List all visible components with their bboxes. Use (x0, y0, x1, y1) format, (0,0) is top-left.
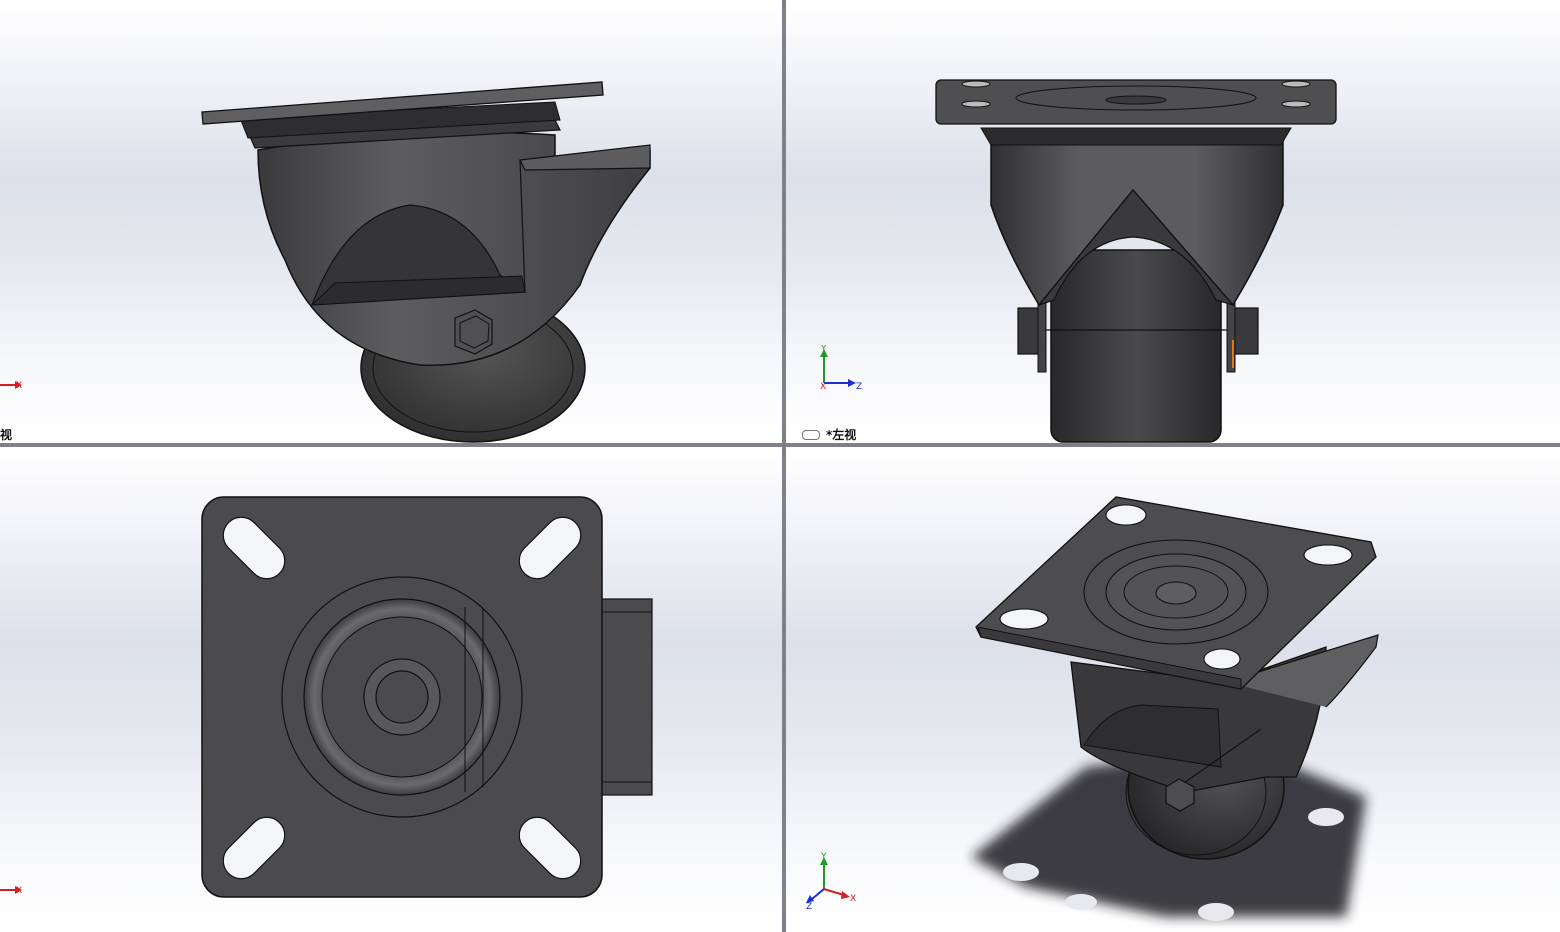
view-label-text: *左视 (826, 428, 857, 442)
axis-x-label: X (850, 894, 856, 904)
caster-left-view (935, 79, 1337, 443)
viewport-front[interactable]: X 视 (0, 0, 782, 443)
viewport-left[interactable]: Y X Z *左视 (786, 0, 1560, 443)
axis-z-label: Z (806, 902, 812, 911)
caster-front-view (201, 81, 651, 443)
vertical-splitter[interactable] (782, 0, 786, 932)
axis-x-label: X (16, 381, 22, 391)
axis-z-label: Z (856, 382, 862, 392)
viewport-isometric[interactable]: Y X Z (786, 447, 1560, 932)
axis-triad: X (0, 375, 30, 398)
horizontal-splitter[interactable] (0, 443, 1560, 447)
axis-y-label: Y (820, 345, 827, 354)
axis-y-label: Y (820, 852, 827, 862)
caster-top-view (201, 496, 653, 898)
axis-x-label: X (820, 382, 826, 392)
axis-triad: X (0, 880, 30, 903)
axis-x-label: X (16, 886, 22, 896)
view-label: 视 (0, 428, 13, 442)
axis-triad: Y X Z (804, 851, 862, 914)
view-label: *左视 (802, 426, 856, 443)
link-icon (802, 429, 820, 440)
viewport-top[interactable]: X (0, 447, 782, 932)
caster-isometric-view (971, 496, 1379, 921)
axis-triad: Y X Z (816, 344, 866, 396)
